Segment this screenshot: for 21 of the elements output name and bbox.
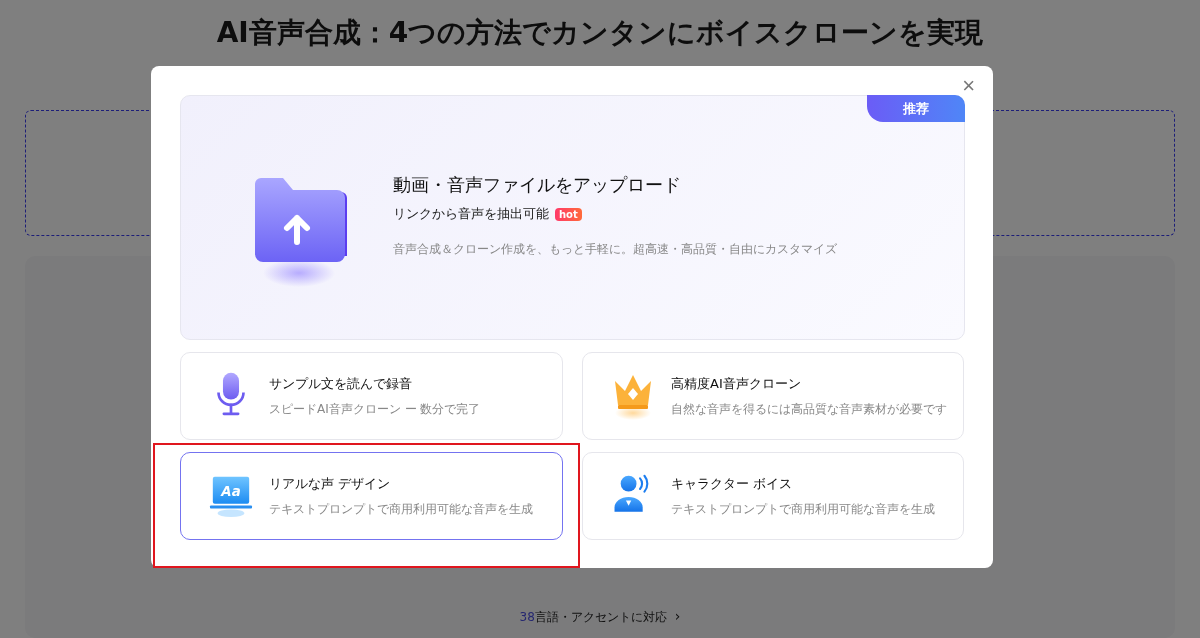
card-title: 動画・音声ファイルをアップロード — [393, 173, 682, 197]
recommended-badge: 推荐 — [867, 95, 965, 122]
close-button[interactable]: × — [958, 74, 979, 98]
card-title: サンプル文を読んで録音 — [269, 374, 413, 393]
card-description: 音声合成＆クローン作成を、もっと手軽に。超高速・高品質・自由にカスタマイズ — [393, 241, 837, 258]
languages-link[interactable]: 38言語・アクセントに対応 › — [519, 608, 681, 626]
option-card[interactable]: サンプル文を読んで録音 スピードAI音声クローン ー 数分で完了 — [180, 352, 563, 440]
card-title: リアルな声 デザイン — [269, 474, 392, 493]
card-title: キャラクター ボイス — [671, 474, 794, 493]
option-card[interactable]: キャラクター ボイス テキストプロンプトで商用利用可能な音声を生成 — [582, 452, 964, 540]
page-title: AI音声合成：4つの方法でカンタンにボイスクローンを実現 — [216, 15, 984, 51]
upload-card[interactable]: 推荐 動画・音声ファイルをアップロード リンクから音声を抽出可能 hot 音声合成＆クローン作成を、もっと手軽に。超高速・高品質・自由にカスタマイズ — [180, 95, 965, 340]
card-title: 高精度AI音声クローン — [671, 374, 802, 393]
option-card[interactable]: 高精度AI音声クローン 自然な音声を得るには高品質な音声素材が必要です — [582, 352, 964, 440]
card-subtitle: リンクから音声を抽出可能 — [393, 205, 549, 223]
card-description: 自然な音声を得るには高品質な音声素材が必要です — [671, 400, 947, 418]
card-description: テキストプロンプトで商用利用可能な音声を生成 — [671, 500, 935, 518]
hot-tag: hot — [555, 207, 582, 221]
card-description: テキストプロンプトで商用利用可能な音声を生成 — [269, 500, 533, 518]
card-description: スピードAI音声クローン ー 数分で完了 — [269, 400, 481, 418]
option-card[interactable]: Aa リアルな声 デザイン テキストプロンプトで商用利用可能な音声を生成 — [180, 452, 563, 540]
